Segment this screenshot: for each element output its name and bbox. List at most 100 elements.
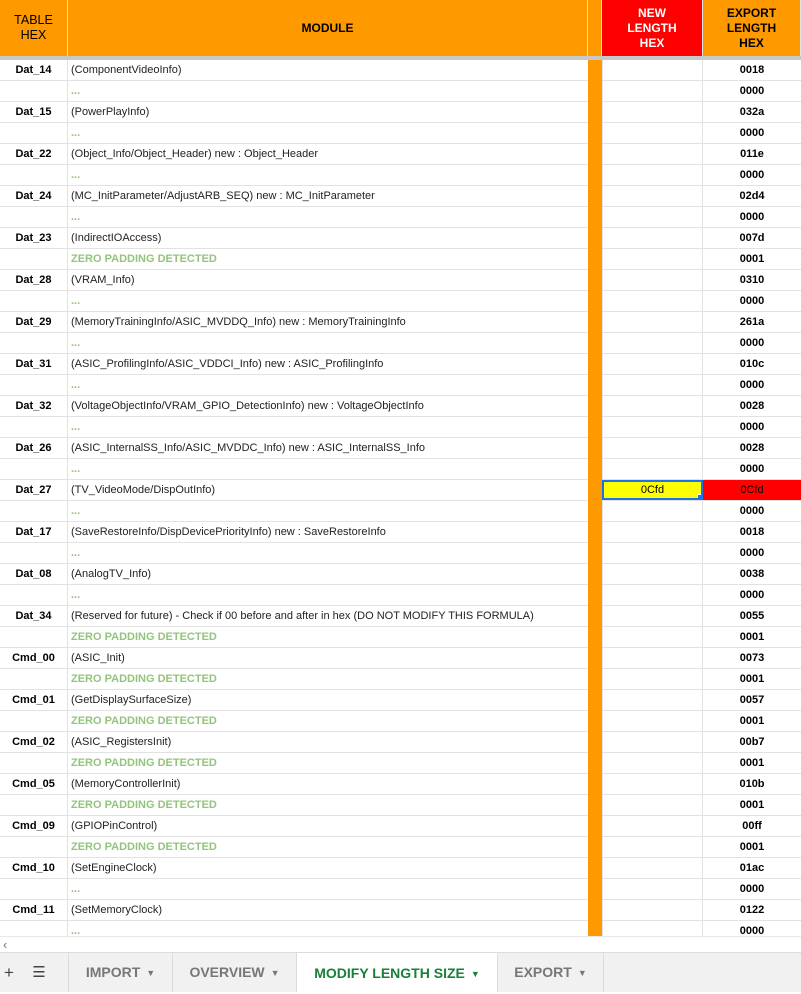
cell-table-hex[interactable]: Cmd_09 [0, 816, 68, 836]
cell-divider[interactable] [588, 753, 602, 774]
cell-module[interactable]: (ASIC_Init) [68, 648, 588, 668]
header-module[interactable]: MODULE [68, 0, 588, 56]
cell-table-hex[interactable]: Cmd_05 [0, 774, 68, 794]
cell-new-length[interactable] [602, 522, 703, 542]
cell-table-hex[interactable] [0, 837, 68, 857]
cell-divider[interactable] [588, 921, 602, 936]
cell-export-length[interactable]: 00ff [703, 816, 801, 836]
cell-export-length[interactable]: 032a [703, 102, 801, 122]
cell-table-hex[interactable] [0, 459, 68, 479]
cell-table-hex[interactable] [0, 333, 68, 353]
cell-module[interactable]: (SetEngineClock) [68, 858, 588, 878]
cell-new-length[interactable] [602, 291, 703, 311]
cell-new-length[interactable] [602, 795, 703, 815]
cell-export-length[interactable]: 0000 [703, 291, 801, 311]
cell-divider[interactable] [588, 585, 602, 606]
cell-table-hex[interactable]: Dat_26 [0, 438, 68, 458]
cell-table-hex[interactable] [0, 165, 68, 185]
chevron-left-icon[interactable]: ‹ [3, 937, 7, 953]
cell-module[interactable]: (MC_InitParameter/AdjustARB_SEQ) new : M… [68, 186, 588, 206]
cell-module[interactable]: ... [68, 207, 588, 227]
cell-new-length[interactable] [602, 669, 703, 689]
cell-export-length[interactable]: 0018 [703, 60, 801, 80]
cell-table-hex[interactable] [0, 711, 68, 731]
cell-export-length[interactable]: 0310 [703, 270, 801, 290]
cell-module[interactable]: ... [68, 375, 588, 395]
cell-module[interactable]: (IndirectIOAccess) [68, 228, 588, 248]
cell-export-length[interactable]: 0018 [703, 522, 801, 542]
cell-export-length[interactable]: 0000 [703, 123, 801, 143]
cell-new-length[interactable] [602, 228, 703, 248]
cell-table-hex[interactable] [0, 123, 68, 143]
cell-table-hex[interactable]: Dat_28 [0, 270, 68, 290]
cell-divider[interactable] [588, 207, 602, 228]
cell-divider[interactable] [588, 606, 602, 627]
cell-module[interactable]: (VRAM_Info) [68, 270, 588, 290]
cell-export-length[interactable]: 0000 [703, 165, 801, 185]
cell-table-hex[interactable] [0, 81, 68, 101]
cell-module[interactable]: (AnalogTV_Info) [68, 564, 588, 584]
cell-divider[interactable] [588, 711, 602, 732]
cell-divider[interactable] [588, 270, 602, 291]
cell-divider[interactable] [588, 900, 602, 921]
cell-table-hex[interactable] [0, 795, 68, 815]
cell-export-length[interactable]: 0001 [703, 711, 801, 731]
cell-new-length[interactable]: 0Cfd [602, 480, 703, 500]
cell-divider[interactable] [588, 417, 602, 438]
cell-export-length[interactable]: 0Cfd [703, 480, 801, 500]
cell-table-hex[interactable]: Dat_08 [0, 564, 68, 584]
cell-export-length[interactable]: 0000 [703, 921, 801, 936]
cell-export-length[interactable]: 0073 [703, 648, 801, 668]
cell-new-length[interactable] [602, 375, 703, 395]
cell-new-length[interactable] [602, 585, 703, 605]
cell-export-length[interactable]: 0001 [703, 753, 801, 773]
cell-divider[interactable] [588, 333, 602, 354]
cell-divider[interactable] [588, 879, 602, 900]
cell-divider[interactable] [588, 795, 602, 816]
cell-export-length[interactable]: 0000 [703, 375, 801, 395]
cell-divider[interactable] [588, 123, 602, 144]
cell-new-length[interactable] [602, 837, 703, 857]
cell-new-length[interactable] [602, 270, 703, 290]
cell-new-length[interactable] [602, 921, 703, 936]
header-new-length-hex[interactable]: NEW LENGTH HEX [602, 0, 703, 56]
cell-export-length[interactable]: 0001 [703, 249, 801, 269]
cell-module[interactable]: (MemoryTrainingInfo/ASIC_MVDDQ_Info) new… [68, 312, 588, 332]
cell-export-length[interactable]: 0000 [703, 543, 801, 563]
cell-table-hex[interactable]: Dat_23 [0, 228, 68, 248]
header-divider-column[interactable] [588, 0, 602, 56]
cell-new-length[interactable] [602, 354, 703, 374]
cell-table-hex[interactable] [0, 585, 68, 605]
cell-divider[interactable] [588, 522, 602, 543]
cell-table-hex[interactable] [0, 669, 68, 689]
cell-divider[interactable] [588, 816, 602, 837]
cell-table-hex[interactable]: Dat_34 [0, 606, 68, 626]
cell-new-length[interactable] [602, 711, 703, 731]
cell-export-length[interactable]: 0000 [703, 501, 801, 521]
cell-table-hex[interactable]: Dat_32 [0, 396, 68, 416]
cell-module[interactable]: ZERO PADDING DETECTED [68, 711, 588, 731]
cell-divider[interactable] [588, 249, 602, 270]
cell-module[interactable]: (Object_Info/Object_Header) new : Object… [68, 144, 588, 164]
cell-module[interactable]: ... [68, 585, 588, 605]
cell-new-length[interactable] [602, 879, 703, 899]
cell-export-length[interactable]: 00b7 [703, 732, 801, 752]
cell-new-length[interactable] [602, 543, 703, 563]
cell-table-hex[interactable] [0, 627, 68, 647]
cell-divider[interactable] [588, 858, 602, 879]
cell-new-length[interactable] [602, 417, 703, 437]
cell-table-hex[interactable]: Cmd_01 [0, 690, 68, 710]
cell-module[interactable]: ... [68, 123, 588, 143]
cell-new-length[interactable] [602, 60, 703, 80]
cell-new-length[interactable] [602, 858, 703, 878]
cell-export-length[interactable]: 0001 [703, 837, 801, 857]
cell-table-hex[interactable]: Dat_14 [0, 60, 68, 80]
cell-module[interactable]: ZERO PADDING DETECTED [68, 795, 588, 815]
cell-table-hex[interactable]: Cmd_10 [0, 858, 68, 878]
cell-module[interactable]: ... [68, 879, 588, 899]
cell-export-length[interactable]: 0000 [703, 585, 801, 605]
cell-new-length[interactable] [602, 123, 703, 143]
cell-export-length[interactable]: 010c [703, 354, 801, 374]
cell-table-hex[interactable]: Dat_27 [0, 480, 68, 500]
cell-table-hex[interactable] [0, 879, 68, 899]
